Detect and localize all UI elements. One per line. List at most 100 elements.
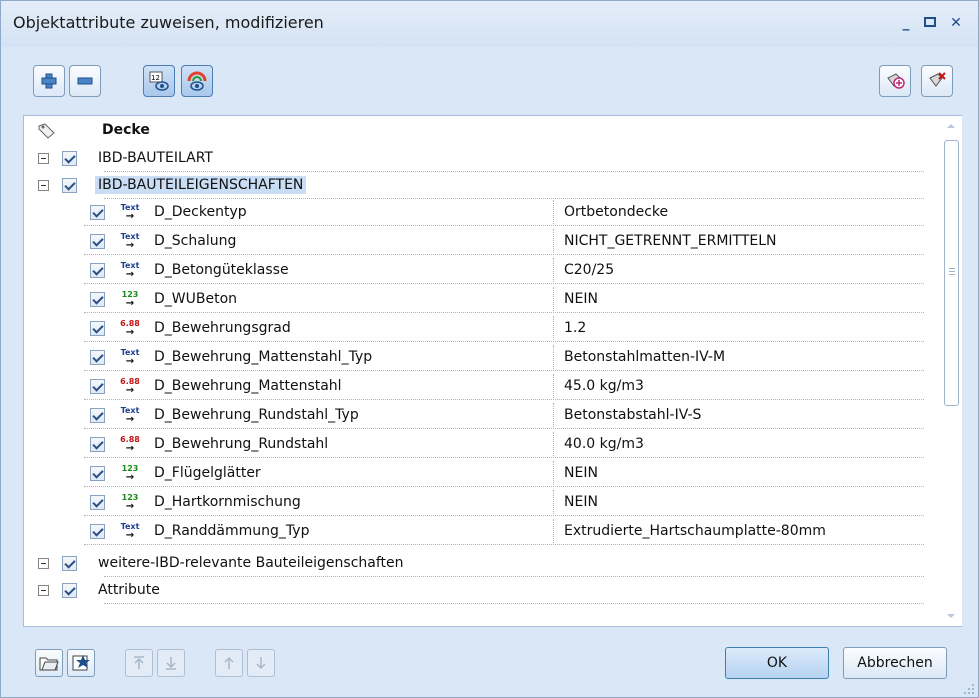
attribute-value[interactable]: Betonstabstahl-IV-S: [564, 407, 701, 423]
group-label: IBD-BAUTEILEIGENSCHAFTEN: [95, 176, 307, 194]
attribute-checkbox[interactable]: [90, 437, 105, 452]
move-down-button[interactable]: [247, 649, 275, 677]
attribute-name: D_Bewehrung_Mattenstahl: [154, 378, 342, 394]
group-checkbox[interactable]: [62, 151, 77, 166]
integer-type-icon: 123 →: [121, 464, 139, 483]
attribute-checkbox[interactable]: [90, 379, 105, 394]
attribute-name: D_Bewehrung_Rundstahl_Typ: [154, 407, 359, 423]
maximize-icon[interactable]: [921, 15, 939, 31]
attribute-tree[interactable]: Decke IBD-BAUTEILART IBD-BAUTEILEIGENSCH…: [23, 115, 962, 627]
attribute-value[interactable]: NEIN: [564, 465, 598, 481]
expand-all-button[interactable]: [33, 65, 65, 97]
attribute-value[interactable]: 1.2: [564, 320, 586, 336]
collapse-toggle-icon[interactable]: [38, 558, 49, 569]
attribute-value[interactable]: Betonstahlmatten-IV-M: [564, 349, 725, 365]
group-label: Attribute: [98, 582, 160, 598]
favorite-save-icon: [72, 655, 90, 671]
attribute-checkbox[interactable]: [90, 234, 105, 249]
tree-group-row[interactable]: Attribute: [24, 578, 924, 604]
move-to-bottom-button[interactable]: [157, 649, 185, 677]
scroll-up-icon[interactable]: [947, 124, 955, 128]
show-numbers-button[interactable]: 12: [143, 65, 175, 97]
attribute-value[interactable]: Ortbetondecke: [564, 204, 668, 220]
color-eye-icon: [187, 71, 207, 91]
text-type-icon: Text →: [120, 232, 140, 251]
favorite-remove-icon: [929, 72, 946, 87]
minus-icon: [77, 77, 93, 85]
attribute-row[interactable]: 123 → D_Hartkornmischung NEIN: [24, 490, 924, 516]
show-colors-button[interactable]: [181, 65, 213, 97]
attribute-row[interactable]: Text → D_Bewehrung_Mattenstahl_Typ Betonsta…: [24, 345, 924, 371]
attribute-checkbox[interactable]: [90, 321, 105, 336]
open-favorite-button[interactable]: [35, 649, 63, 677]
minimize-icon[interactable]: _: [897, 15, 915, 31]
collapse-all-button[interactable]: [69, 65, 101, 97]
attribute-value[interactable]: NEIN: [564, 494, 598, 510]
cancel-button[interactable]: Abbrechen: [843, 647, 947, 679]
group-checkbox[interactable]: [62, 556, 77, 571]
attribute-row[interactable]: Text → D_Betongüteklasse C20/25: [24, 258, 924, 284]
attribute-row[interactable]: 6.88 → D_Bewehrungsgrad 1.2: [24, 316, 924, 342]
tree-group-row[interactable]: weitere-IBD-relevante Bauteileigenschaft…: [24, 551, 924, 577]
svg-text:12: 12: [151, 74, 160, 82]
attribute-value[interactable]: 40.0 kg/m3: [564, 436, 644, 452]
integer-type-icon: 123 →: [121, 290, 139, 309]
attribute-checkbox[interactable]: [90, 495, 105, 510]
attribute-checkbox[interactable]: [90, 350, 105, 365]
attribute-row[interactable]: 6.88 → D_Bewehrung_Mattenstahl 45.0 kg/m3: [24, 374, 924, 400]
attribute-checkbox[interactable]: [90, 205, 105, 220]
resize-grip-icon[interactable]: [963, 683, 975, 695]
text-type-icon: Text →: [120, 348, 140, 367]
attribute-value[interactable]: 45.0 kg/m3: [564, 378, 644, 394]
group-label: IBD-BAUTEILART: [98, 150, 213, 166]
group-checkbox[interactable]: [62, 583, 77, 598]
attribute-row[interactable]: Text → D_Deckentyp Ortbetondecke: [24, 200, 924, 226]
attribute-name: D_Bewehrungsgrad: [154, 320, 291, 336]
attribute-checkbox[interactable]: [90, 408, 105, 423]
tree-group-row[interactable]: IBD-BAUTEILEIGENSCHAFTEN: [24, 173, 924, 199]
arrow-up-icon: [224, 656, 234, 669]
move-to-top-button[interactable]: [125, 649, 153, 677]
group-checkbox[interactable]: [62, 178, 77, 193]
attribute-row[interactable]: Text → D_Bewehrung_Rundstahl_Typ Betonstabs…: [24, 403, 924, 429]
folder-open-icon: [39, 657, 59, 671]
vertical-scrollbar[interactable]: [942, 116, 962, 626]
text-type-icon: Text →: [120, 203, 140, 222]
attribute-row[interactable]: 6.88 → D_Bewehrung_Rundstahl 40.0 kg/m3: [24, 432, 924, 458]
attribute-checkbox[interactable]: [90, 524, 105, 539]
attribute-value[interactable]: C20/25: [564, 262, 614, 278]
collapse-toggle-icon[interactable]: [38, 180, 49, 191]
ok-button[interactable]: OK: [725, 647, 829, 679]
attribute-row[interactable]: 123 → D_Flügelglätter NEIN: [24, 461, 924, 487]
attribute-row[interactable]: 123 → D_WUBeton NEIN: [24, 287, 924, 313]
text-type-icon: Text →: [120, 406, 140, 425]
tree-group-row[interactable]: IBD-BAUTEILART: [24, 146, 924, 172]
plus-icon: [41, 73, 57, 89]
collapse-toggle-icon[interactable]: [38, 585, 49, 596]
integer-type-icon: 123 →: [121, 493, 139, 512]
move-bottom-icon: [166, 657, 176, 670]
attribute-checkbox[interactable]: [90, 263, 105, 278]
attribute-value[interactable]: NICHT_GETRENNT_ERMITTELN: [564, 233, 777, 249]
attribute-value[interactable]: NEIN: [564, 291, 598, 307]
add-favorite-button[interactable]: [879, 65, 911, 97]
tree-header-row: Decke: [24, 118, 924, 144]
move-up-button[interactable]: [215, 649, 243, 677]
remove-favorite-button[interactable]: [921, 65, 953, 97]
attribute-checkbox[interactable]: [90, 466, 105, 481]
attribute-value[interactable]: Extrudierte_Hartschaumplatte-80mm: [564, 523, 826, 539]
attribute-row[interactable]: Text → D_Schalung NICHT_GETRENNT_ERMITTELN: [24, 229, 924, 255]
tag-icon: [38, 123, 55, 139]
close-icon[interactable]: ✕: [947, 15, 965, 31]
favorite-add-icon: [887, 73, 905, 89]
attribute-row[interactable]: Text → D_Randdämmung_Typ Extrudierte_Hartsc…: [24, 519, 924, 545]
scroll-down-icon[interactable]: [947, 614, 955, 618]
save-favorite-button[interactable]: [67, 649, 95, 677]
scroll-thumb[interactable]: [944, 140, 959, 406]
tree-header-label: Decke: [102, 122, 150, 138]
attribute-name: D_WUBeton: [154, 291, 238, 307]
attribute-name: D_Hartkornmischung: [154, 494, 301, 510]
title-bar[interactable]: Objektattribute zuweisen, modifizieren _…: [1, 1, 978, 47]
attribute-checkbox[interactable]: [90, 292, 105, 307]
collapse-toggle-icon[interactable]: [38, 153, 49, 164]
